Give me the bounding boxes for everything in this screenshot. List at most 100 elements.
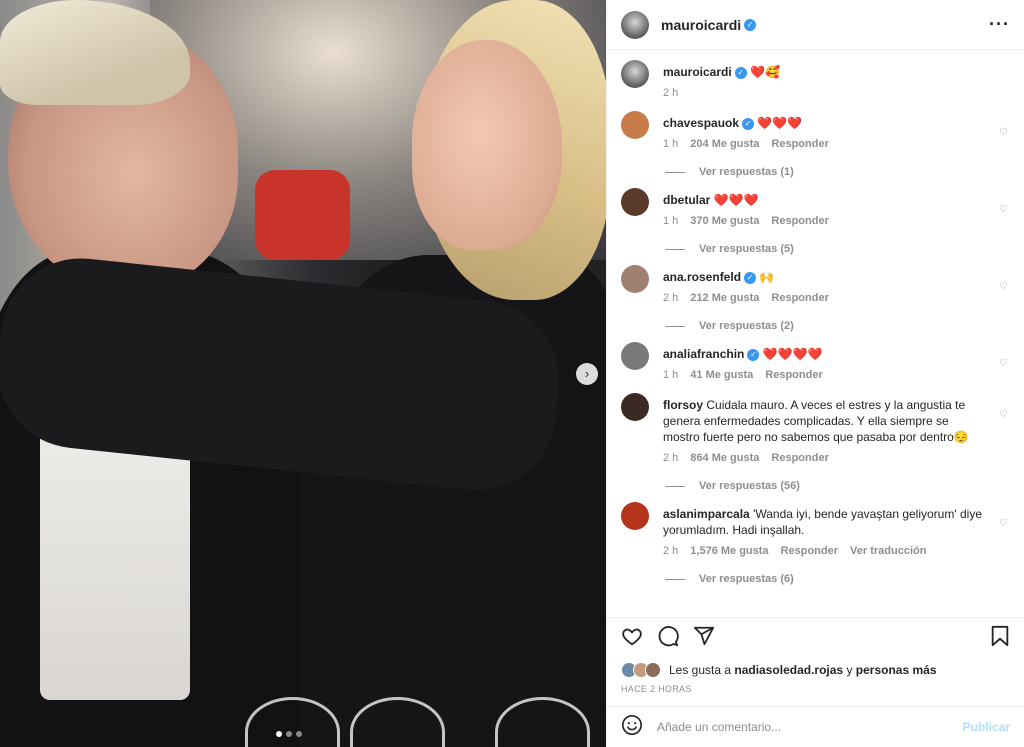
reply-button[interactable]: Responder — [771, 290, 828, 306]
comment-likes[interactable]: 864 Me gusta — [690, 450, 759, 466]
comment-username[interactable]: ana.rosenfeld — [663, 270, 741, 284]
view-replies-button[interactable]: Ver respuestas (56) — [665, 480, 1010, 492]
comment-body: dbetular ❤️❤️❤️ 1 h 370 Me gusta Responder — [663, 192, 983, 229]
comment-block: chavespauok ✓ ❤️❤️❤️ 1 h 204 Me gusta Respon… — [621, 101, 1010, 178]
likes-summary[interactable]: Les gusta a nadiasoledad.rojas y persona… — [621, 662, 937, 678]
commenter-avatar[interactable] — [621, 342, 649, 370]
reply-button[interactable]: Responder — [781, 543, 838, 559]
replies-line — [665, 325, 685, 327]
comment-username[interactable]: dbetular — [663, 193, 710, 207]
likes-text: Les gusta a nadiasoledad.rojas y persona… — [669, 663, 937, 677]
caption-text: ❤️🥰 — [750, 65, 780, 79]
comment: ana.rosenfeld ✓ 🙌 2 h 212 Me gusta Responder… — [621, 255, 1010, 306]
carousel-dot — [296, 731, 302, 737]
comment-block: florsoy Cuidala mauro. A veces el estres… — [621, 383, 1010, 492]
comment-username[interactable]: florsoy — [663, 398, 703, 412]
replies-label: Ver respuestas (2) — [699, 320, 794, 332]
comment-meta: 1 h 370 Me gusta Responder — [663, 213, 983, 229]
replies-label: Ver respuestas (56) — [699, 480, 800, 492]
comment-like-icon[interactable]: ♡ — [999, 409, 1008, 420]
comment-like-icon[interactable]: ♡ — [999, 281, 1008, 292]
verified-icon: ✓ — [734, 67, 747, 79]
comment-body: analiafranchin ✓ ❤️❤️❤️❤️ 1 h 41 Me gusta Re… — [663, 346, 983, 383]
comment-meta: 2 h 212 Me gusta Responder — [663, 290, 983, 306]
comment-time: 1 h — [663, 215, 679, 227]
comment-username[interactable]: analiafranchin — [663, 347, 744, 361]
post-header: mauroicardi ✓ ··· — [607, 0, 1024, 50]
comment-username[interactable]: aslanimparcala — [663, 507, 750, 521]
view-replies-button[interactable]: Ver respuestas (1) — [665, 166, 1010, 178]
comment-time: 1 h — [663, 369, 679, 381]
view-replies-button[interactable]: Ver respuestas (2) — [665, 320, 1010, 332]
comment: chavespauok ✓ ❤️❤️❤️ 1 h 204 Me gusta Respon… — [621, 101, 1010, 152]
comment-text: ❤️❤️❤️ — [713, 193, 759, 207]
commenter-avatar[interactable] — [621, 188, 649, 216]
view-replies-button[interactable]: Ver respuestas (5) — [665, 243, 1010, 255]
comment: florsoy Cuidala mauro. A veces el estres… — [621, 383, 1010, 466]
comment-meta: 1 h 204 Me gusta Responder — [663, 136, 983, 152]
reply-button[interactable]: Responder — [771, 136, 828, 152]
comment: dbetular ❤️❤️❤️ 1 h 370 Me gusta Responder ♡ — [621, 178, 1010, 229]
comment-time: 2 h — [663, 545, 679, 557]
replies-line — [665, 171, 685, 173]
comment-text: Cuidala mauro. A veces el estres y la an… — [663, 398, 969, 444]
comment-body: chavespauok ✓ ❤️❤️❤️ 1 h 204 Me gusta Respon… — [663, 115, 983, 152]
comment-body: aslanimparcala 'Wanda iyi, bende yavaşta… — [663, 506, 983, 559]
verified-icon: ✓ — [744, 18, 757, 31]
likes-rest[interactable]: personas más — [856, 663, 937, 677]
likes-user[interactable]: nadiasoledad.rojas — [734, 663, 843, 677]
comment-block: ana.rosenfeld ✓ 🙌 2 h 212 Me gusta Responder… — [621, 255, 1010, 332]
translate-button[interactable]: Ver traducción — [850, 543, 926, 559]
author-username[interactable]: mauroicardi — [661, 17, 741, 33]
comment-likes[interactable]: 212 Me gusta — [690, 290, 759, 306]
likes-middle: y — [846, 663, 853, 677]
comments-list[interactable]: mauroicardi ✓ ❤️🥰 2 h chavespauok ✓ ❤️❤️❤️… — [607, 50, 1024, 616]
caption: mauroicardi ✓ ❤️🥰 2 h — [621, 50, 1010, 101]
share-icon[interactable] — [693, 625, 715, 651]
comment-icon[interactable] — [657, 625, 679, 651]
comment-body: florsoy Cuidala mauro. A veces el estres… — [663, 397, 983, 466]
comment-likes[interactable]: 370 Me gusta — [690, 213, 759, 229]
comment: aslanimparcala 'Wanda iyi, bende yavaşta… — [621, 492, 1010, 559]
comment: analiafranchin ✓ ❤️❤️❤️❤️ 1 h 41 Me gusta Re… — [621, 332, 1010, 383]
comment-block: analiafranchin ✓ ❤️❤️❤️❤️ 1 h 41 Me gusta Re… — [621, 332, 1010, 383]
comment-body: ana.rosenfeld ✓ 🙌 2 h 212 Me gusta Responder — [663, 269, 983, 306]
replies-label: Ver respuestas (6) — [699, 573, 794, 585]
comment-input[interactable] — [657, 720, 963, 734]
commenter-avatar[interactable] — [621, 265, 649, 293]
comment-block: dbetular ❤️❤️❤️ 1 h 370 Me gusta Responder ♡… — [621, 178, 1010, 255]
carousel-dots — [276, 731, 302, 737]
replies-line — [665, 248, 685, 250]
next-image-button[interactable]: › — [576, 363, 598, 385]
post-image[interactable]: › — [0, 0, 606, 747]
reply-button[interactable]: Responder — [771, 213, 828, 229]
author-avatar[interactable] — [621, 10, 649, 39]
reply-button[interactable]: Responder — [765, 367, 822, 383]
reply-button[interactable]: Responder — [771, 450, 828, 466]
comment-likes[interactable]: 204 Me gusta — [690, 136, 759, 152]
commenter-avatar[interactable] — [621, 111, 649, 139]
emoji-icon[interactable] — [621, 714, 643, 741]
post-timestamp: HACE 2 HORAS — [621, 684, 692, 694]
commenter-avatar[interactable] — [621, 393, 649, 421]
carousel-dot — [276, 731, 282, 737]
more-icon[interactable]: ··· — [989, 14, 1010, 35]
heart-icon[interactable] — [621, 625, 643, 651]
comment-time: 1 h — [663, 138, 679, 150]
commenter-avatar[interactable] — [621, 502, 649, 530]
view-replies-button[interactable]: Ver respuestas (6) — [665, 573, 1010, 585]
publish-button[interactable]: Publicar — [963, 720, 1010, 734]
comment-like-icon[interactable]: ♡ — [999, 204, 1008, 215]
comment-time: 2 h — [663, 292, 679, 304]
verified-icon: ✓ — [744, 272, 757, 284]
comment-likes[interactable]: 41 Me gusta — [690, 367, 753, 383]
comment-like-icon[interactable]: ♡ — [999, 518, 1008, 529]
comment-like-icon[interactable]: ♡ — [999, 127, 1008, 138]
likes-prefix: Les gusta a — [669, 663, 732, 677]
comment-username[interactable]: chavespauok — [663, 116, 739, 130]
bookmark-icon[interactable] — [990, 625, 1010, 651]
comment-likes[interactable]: 1,576 Me gusta — [690, 543, 768, 559]
comment-like-icon[interactable]: ♡ — [999, 358, 1008, 369]
caption-username[interactable]: mauroicardi — [663, 65, 732, 79]
caption-avatar[interactable] — [621, 60, 649, 88]
